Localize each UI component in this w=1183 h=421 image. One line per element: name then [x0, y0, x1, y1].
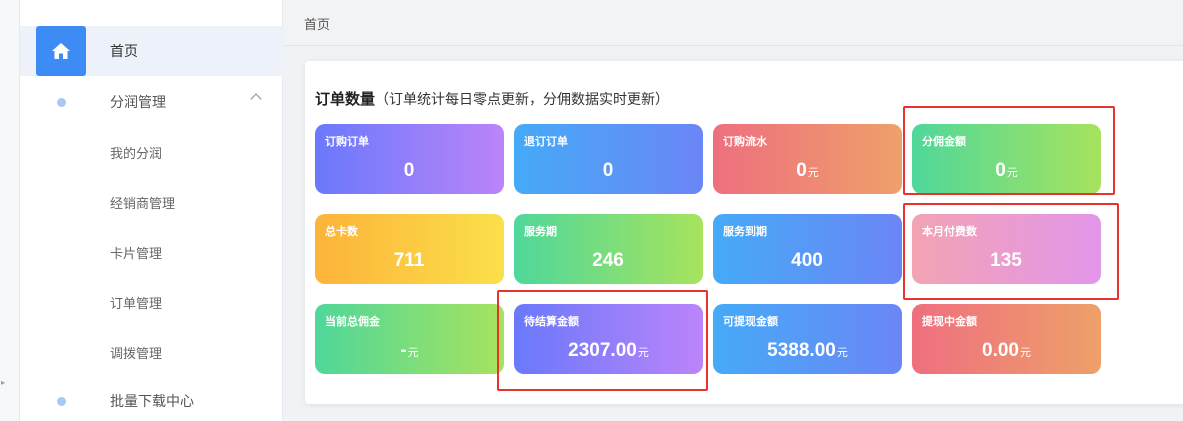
card-title: 总卡数 [325, 225, 358, 238]
card-title: 可提现金额 [723, 315, 778, 328]
card-title: 当前总佣金 [325, 315, 380, 328]
sidebar-item-my-profit[interactable]: 我的分润 [20, 127, 283, 177]
sidebar-item-home[interactable]: 首页 [20, 26, 283, 76]
sidebar-item-card[interactable]: 卡片管理 [20, 227, 283, 277]
card-value: 0元 [796, 160, 819, 181]
card-value: 0 [403, 160, 415, 181]
card-value: 711 [393, 250, 425, 271]
stat-card-commission-amount[interactable]: 分佣金额 0元 [912, 124, 1101, 194]
card-title: 提现中金额 [922, 315, 977, 328]
panel-title-text: 订单数量 [315, 90, 376, 108]
stat-card-service-period[interactable]: 服务期 246 [514, 214, 703, 284]
stat-card-subscribe-orders[interactable]: 订购订单 0 [315, 124, 504, 194]
stat-card-withdrawable[interactable]: 可提现金额 5388.00元 [713, 304, 902, 374]
sidebar-item-label: 分润管理 [110, 95, 166, 111]
card-title: 本月付费数 [922, 225, 977, 238]
card-title: 分佣金额 [922, 135, 966, 148]
card-title: 待结算金额 [524, 315, 579, 328]
card-value: 2307.00元 [568, 340, 649, 361]
sidebar-item-dealer[interactable]: 经销商管理 [20, 177, 283, 227]
dot-icon [57, 396, 66, 406]
stat-card-unsubscribe-orders[interactable]: 退订订单 0 [514, 124, 703, 194]
card-title: 订购订单 [325, 135, 369, 148]
stat-card-pending-settlement[interactable]: 待结算金额 2307.00元 [514, 304, 703, 374]
stat-card-monthly-paid[interactable]: 本月付费数 135 [912, 214, 1101, 284]
sidebar-item-download[interactable]: 批量下载中心 [20, 376, 283, 421]
sidebar-item-label: 我的分润 [110, 146, 163, 162]
card-value: 246 [592, 250, 624, 271]
top-header: 首页 [284, 0, 1183, 46]
sidebar-item-label: 首页 [110, 44, 138, 60]
stat-card-subscribe-revenue[interactable]: 订购流水 0元 [713, 124, 902, 194]
sidebar-item-label: 调拨管理 [110, 346, 163, 362]
panel-note: （订单统计每日零点更新，分佣数据实时更新） [375, 92, 670, 108]
card-value: -元 [400, 340, 419, 361]
sidebar-item-transfer[interactable]: 调拨管理 [20, 327, 283, 377]
order-stats-panel: 订单数量（订单统计每日零点更新，分佣数据实时更新） 订购订单 0 退订订单 0 … [305, 61, 1183, 404]
card-value: 135 [990, 250, 1022, 271]
panel-title: 订单数量（订单统计每日零点更新，分佣数据实时更新） [315, 88, 669, 109]
sidebar-item-label: 订单管理 [110, 296, 163, 312]
sidebar-item-label: 经销商管理 [110, 196, 176, 212]
stat-card-current-total-commission[interactable]: 当前总佣金 -元 [315, 304, 504, 374]
card-title: 服务期 [524, 225, 557, 238]
collapsed-edge: ▸ [0, 0, 20, 421]
sidebar: 首页 分润管理 我的分润 经销商管理 卡片管理 订单管理 调拨管理 批量下载中心 [20, 0, 283, 421]
sidebar-item-label: 批量下载中心 [110, 394, 194, 410]
home-icon [36, 26, 86, 76]
card-value: 0.00元 [982, 340, 1031, 361]
stat-card-service-expired[interactable]: 服务到期 400 [713, 214, 902, 284]
card-value: 0 [602, 160, 614, 181]
card-title: 订购流水 [723, 135, 767, 148]
breadcrumb[interactable]: 首页 [304, 14, 330, 33]
card-title: 服务到期 [723, 225, 767, 238]
sidebar-item-profit[interactable]: 分润管理 [20, 77, 283, 127]
card-value: 5388.00元 [767, 340, 848, 361]
card-value: 400 [791, 250, 823, 271]
sidebar-item-order[interactable]: 订单管理 [20, 277, 283, 327]
card-title: 退订订单 [524, 135, 568, 148]
chevron-up-icon [250, 93, 262, 105]
stat-card-total-cards[interactable]: 总卡数 711 [315, 214, 504, 284]
expand-arrow-icon[interactable]: ▸ [1, 378, 5, 387]
stat-card-withdrawing[interactable]: 提现中金额 0.00元 [912, 304, 1101, 374]
sidebar-item-label: 卡片管理 [110, 246, 163, 262]
dot-icon [57, 97, 66, 107]
card-value: 0元 [995, 160, 1018, 181]
